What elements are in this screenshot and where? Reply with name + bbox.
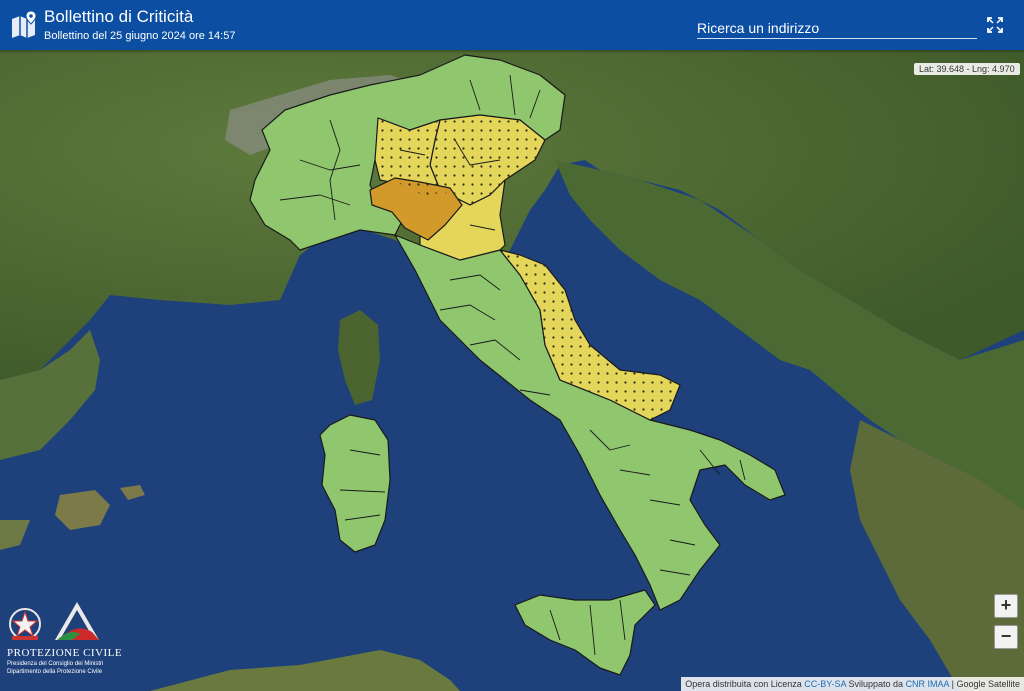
zoom-out-button[interactable]: − — [994, 625, 1018, 649]
map-icon — [12, 10, 37, 38]
bulletin-date: Bollettino del 25 giugno 2024 ore 14:57 — [44, 30, 236, 42]
logo-line-2: Dipartimento della Protezione Civile — [7, 669, 103, 675]
attribution-mid: Sviluppato da — [848, 679, 904, 689]
map-canvas[interactable] — [0, 0, 1024, 691]
address-search-input[interactable]: Ricerca un indirizzo — [697, 18, 977, 39]
protezione-civile-logo: PROTEZIONE CIVILE Presidenza del Consigl… — [6, 600, 126, 682]
app-header: Bollettino di Criticità Bollettino del 2… — [0, 0, 1024, 50]
map-attribution: Opera distribuita con Licenza CC-BY-SA S… — [681, 677, 1024, 691]
logo-name: PROTEZIONE CIVILE — [7, 647, 123, 659]
attribution-separator: | — [951, 679, 954, 689]
license-link[interactable]: CC-BY-SA — [804, 679, 846, 689]
page-title: Bollettino di Criticità — [44, 7, 194, 26]
tiles-credit: Google Satellite — [956, 679, 1020, 689]
fullscreen-icon[interactable] — [987, 17, 1003, 33]
logo-line-1: Presidenza del Consiglio dei Ministri — [7, 661, 104, 667]
developer-link[interactable]: CNR IMAA — [906, 679, 950, 689]
coordinates-readout: Lat: 39.648 - Lng: 4.970 — [914, 63, 1020, 75]
zoom-in-button[interactable]: + — [994, 594, 1018, 618]
attribution-prefix: Opera distribuita con Licenza — [685, 679, 802, 689]
